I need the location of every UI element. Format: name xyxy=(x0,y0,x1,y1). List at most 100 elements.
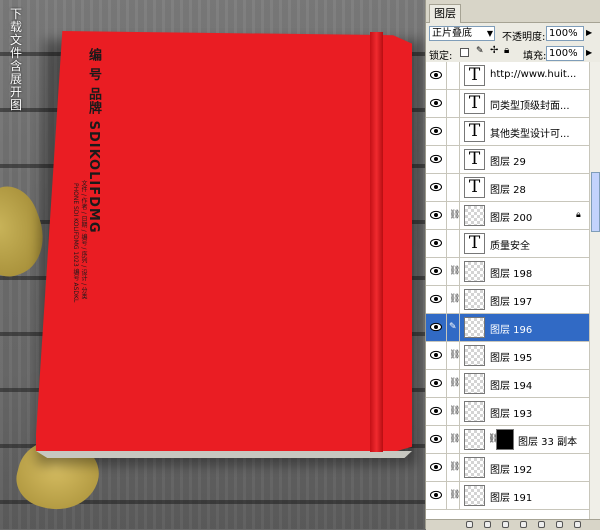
lock-icon: 🔒︎ xyxy=(576,210,581,220)
layer-name: 图层 191 xyxy=(490,493,533,504)
layer-link-cell[interactable]: ⛓ xyxy=(446,342,460,369)
layer-link-cell[interactable]: ⛓ xyxy=(446,426,460,453)
eye-icon[interactable] xyxy=(430,462,442,472)
eye-icon[interactable] xyxy=(430,70,442,80)
layers-panel: 图层 正片叠底 ▼ 不透明度: 100% ▶ 锁定: ✎ ✢ 🔒︎ 填充: 10… xyxy=(425,0,600,530)
layer-row[interactable]: ⛓ 图层 193 xyxy=(426,398,589,426)
text-layer-thumbnail: T xyxy=(464,65,485,86)
layer-name: 其他类型设计可... xyxy=(490,129,570,140)
layer-row[interactable]: T 其他类型设计可... xyxy=(426,118,589,146)
eye-icon[interactable] xyxy=(430,126,442,136)
cover-subtitle-2: PHONE SDI KOLIFDMG 1023 编号 ASDKL xyxy=(72,183,79,303)
layer-name: 图层 28 xyxy=(490,185,526,196)
layer-row[interactable]: T 图层 28 xyxy=(426,174,589,202)
layer-link-cell[interactable] xyxy=(446,146,460,173)
eye-icon[interactable] xyxy=(430,238,442,248)
lock-paint-icon[interactable]: ✎ xyxy=(476,46,485,56)
layers-scrollbar[interactable] xyxy=(589,62,600,519)
layer-row[interactable]: T 图层 29 xyxy=(426,146,589,174)
tab-layers[interactable]: 图层 xyxy=(429,4,461,23)
eye-icon[interactable] xyxy=(430,350,442,360)
eye-icon[interactable] xyxy=(430,434,442,444)
opacity-label: 不透明度: xyxy=(502,32,546,43)
text-layer-thumbnail: T xyxy=(464,121,485,142)
layer-link-cell[interactable]: ⛓ xyxy=(446,482,460,509)
blend-row: 正片叠底 ▼ 不透明度: 100% ▶ xyxy=(426,24,600,44)
eye-icon[interactable] xyxy=(430,154,442,164)
lock-row: 锁定: ✎ ✢ 🔒︎ 填充: 100% ▶ xyxy=(426,44,600,63)
layer-link-cell[interactable] xyxy=(446,118,460,145)
link-layers-icon[interactable] xyxy=(466,521,473,528)
lock-label: 锁定: xyxy=(429,51,453,62)
chain-icon: ⛓ xyxy=(449,406,461,416)
blend-mode-select[interactable]: 正片叠底 ▼ xyxy=(429,26,495,41)
layers-list: Thttp://www.huit... T 同类型顶级封面... T 其他类型设计可..… xyxy=(426,62,589,519)
layer-link-cell[interactable] xyxy=(446,230,460,257)
eye-icon[interactable] xyxy=(430,378,442,388)
layer-row[interactable]: T 同类型顶级封面... xyxy=(426,90,589,118)
document-canvas[interactable]: 编 号 品牌 SDIKOLIFDMG 文件 / 作者 / 日期 / 编号 / 序… xyxy=(0,0,425,529)
lock-transparency-icon[interactable] xyxy=(460,48,469,57)
layer-name: 图层 193 xyxy=(490,409,533,420)
layer-link-cell[interactable]: ⛓ xyxy=(446,454,460,481)
adjustment-layer-icon[interactable] xyxy=(520,521,527,528)
layer-row[interactable]: T 质量安全 xyxy=(426,230,589,258)
layer-link-cell[interactable]: ⛓ xyxy=(446,258,460,285)
layer-row[interactable]: ⛓ 图层 192 xyxy=(426,454,589,482)
opacity-slider-arrow-icon[interactable]: ▶ xyxy=(586,28,592,37)
new-layer-icon[interactable] xyxy=(556,521,563,528)
chain-icon: ⛓ xyxy=(449,434,461,444)
layer-row[interactable]: ⛓ 图层 200 🔒︎ xyxy=(426,202,589,230)
eye-icon[interactable] xyxy=(430,182,442,192)
fill-slider-arrow-icon[interactable]: ▶ xyxy=(586,48,592,57)
layer-link-cell[interactable] xyxy=(446,90,460,117)
brush-icon: ✎ xyxy=(449,322,457,332)
panel-bottom-bar xyxy=(426,519,600,530)
eye-icon[interactable] xyxy=(430,294,442,304)
chevron-down-icon: ▼ xyxy=(486,29,493,38)
chain-icon: ⛓ xyxy=(449,210,461,220)
layer-link-cell[interactable] xyxy=(446,174,460,201)
scrollbar-thumb[interactable] xyxy=(591,172,600,232)
layer-link-cell[interactable]: ⛓ xyxy=(446,370,460,397)
lock-all-icon[interactable]: 🔒︎ xyxy=(504,45,513,56)
opacity-input[interactable]: 100% xyxy=(546,26,584,41)
layer-row[interactable]: ⛓ 图层 198 xyxy=(426,258,589,286)
layer-link-cell[interactable]: ✎ xyxy=(446,314,460,341)
add-mask-icon[interactable] xyxy=(502,521,509,528)
layer-link-cell[interactable]: ⛓ xyxy=(446,398,460,425)
download-note-text: 下载文件含展开图 xyxy=(10,7,23,112)
eye-icon[interactable] xyxy=(430,98,442,108)
layer-style-icon[interactable] xyxy=(484,521,491,528)
text-layer-thumbnail: T xyxy=(464,149,485,170)
layer-row[interactable]: ⛓ 图层 197 xyxy=(426,286,589,314)
new-group-icon[interactable] xyxy=(538,521,545,528)
fill-input[interactable]: 100% xyxy=(546,46,584,61)
layer-thumbnail xyxy=(464,401,485,422)
layer-name: 图层 192 xyxy=(490,465,533,476)
layer-link-cell[interactable]: ⛓ xyxy=(446,202,460,229)
layer-link-cell[interactable]: ⛓ xyxy=(446,286,460,313)
chain-icon: ⛓ xyxy=(449,350,461,360)
eye-icon[interactable] xyxy=(430,322,442,332)
layer-row[interactable]: ⛓ 图层 194 xyxy=(426,370,589,398)
layer-thumbnail xyxy=(464,457,485,478)
cover-subtitle-1: 文件 / 作者 / 日期 / 编号 / 序列 / 设计 / 分类 xyxy=(80,180,87,300)
trash-icon[interactable] xyxy=(574,521,581,528)
eye-icon[interactable] xyxy=(430,210,442,220)
layer-link-cell[interactable] xyxy=(446,62,460,89)
layer-thumbnail xyxy=(464,205,485,226)
eye-icon[interactable] xyxy=(430,490,442,500)
text-layer-thumbnail: T xyxy=(464,93,485,114)
lock-move-icon[interactable]: ✢ xyxy=(490,45,499,56)
eye-icon[interactable] xyxy=(430,406,442,416)
mask-thumbnail[interactable] xyxy=(496,429,514,450)
layer-thumbnail xyxy=(464,345,485,366)
layer-row[interactable]: ⛓ 图层 191 xyxy=(426,482,589,510)
layer-row[interactable]: ⛓ 图层 195 xyxy=(426,342,589,370)
chain-icon: ⛓ xyxy=(449,462,461,472)
layer-row[interactable]: Thttp://www.huit... xyxy=(426,62,589,90)
layer-row[interactable]: ✎ 图层 196 xyxy=(426,314,589,342)
eye-icon[interactable] xyxy=(430,266,442,276)
layer-row[interactable]: ⛓ ⛓ 图层 33 副本 xyxy=(426,426,589,454)
